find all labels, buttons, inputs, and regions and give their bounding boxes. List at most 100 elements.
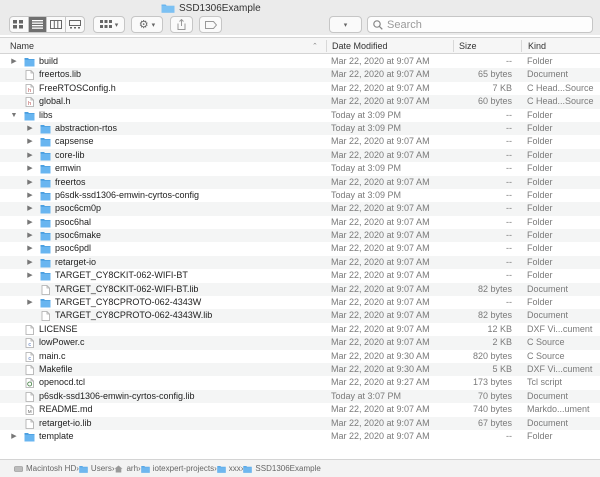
disclosure-collapsed-icon[interactable]: ▶ xyxy=(26,256,34,269)
file-row[interactable]: h global.h Mar 22, 2020 at 9:07 AM 60 bytes… xyxy=(0,95,600,109)
disclosure-collapsed-icon[interactable]: ▶ xyxy=(26,176,34,189)
sort-chevron-up-icon: ⌃ xyxy=(312,43,318,50)
folder-icon xyxy=(24,432,35,442)
disclosure-collapsed-icon[interactable]: ▶ xyxy=(26,229,34,242)
item-kind: Document xyxy=(527,417,569,428)
folder-row[interactable]: ▶ retarget-io Mar 22, 2020 at 9:07 AM -- Fol… xyxy=(0,255,600,270)
item-size: -- xyxy=(506,109,512,120)
folder-row[interactable]: ▶ emwin Today at 3:09 PM -- Folder xyxy=(0,162,600,175)
list-view-button[interactable] xyxy=(28,17,47,32)
path-crumb[interactable]: SSD1306Example xyxy=(243,464,321,473)
tags-button[interactable] xyxy=(199,16,222,33)
item-name: retarget-io xyxy=(55,256,97,267)
folder-row[interactable]: ▶ p6sdk-ssd1306-emwin-cyrtos-config Today … xyxy=(0,189,600,202)
folder-row[interactable]: ▶ TARGET_CY8CPROTO-062-4343W Mar 22, 2020 … xyxy=(0,296,600,309)
disclosure-collapsed-icon[interactable]: ▶ xyxy=(26,202,34,215)
file-row[interactable]: h FreeRTOSConfig.h Mar 22, 2020 at 9:07 AM… xyxy=(0,82,600,95)
item-date-modified: Mar 22, 2020 at 9:07 AM xyxy=(331,337,430,348)
search-field[interactable]: Search xyxy=(367,16,593,33)
item-date-modified: Mar 22, 2020 at 9:07 AM xyxy=(331,417,430,428)
icon-view-button[interactable] xyxy=(10,17,29,32)
path-crumb[interactable]: arh xyxy=(114,464,138,473)
file-row[interactable]: M README.md Mar 22, 2020 at 9:07 AM 740 byt… xyxy=(0,403,600,416)
file-row[interactable]: p6sdk-ssd1306-emwin-cyrtos-config.lib Tod… xyxy=(0,389,600,404)
share-button[interactable] xyxy=(170,16,193,33)
file-row[interactable]: freertos.lib Mar 22, 2020 at 9:07 AM 65 by… xyxy=(0,68,600,82)
column-divider[interactable] xyxy=(521,40,522,52)
disclosure-collapsed-icon[interactable]: ▶ xyxy=(26,269,34,282)
folder-icon xyxy=(40,232,51,241)
share-icon xyxy=(177,19,186,30)
folder-icon xyxy=(40,258,51,268)
folder-row[interactable]: ▶ freertos Mar 22, 2020 at 9:07 AM -- Folder xyxy=(0,175,600,189)
folder-row[interactable]: ▶ psoc6cm0p Mar 22, 2020 at 9:07 AM -- Folde… xyxy=(0,202,600,216)
file-row[interactable]: TARGET_CY8CKIT-062-WIFI-BT.lib Mar 22, 20… xyxy=(0,282,600,297)
item-name: core-lib xyxy=(55,149,85,160)
disclosure-expanded-icon[interactable]: ▼ xyxy=(10,109,18,122)
file-row[interactable]: LICENSE Mar 22, 2020 at 9:07 AM 12 KB DXF V… xyxy=(0,323,600,336)
path-dropdown-button[interactable]: ▾ xyxy=(329,16,362,33)
path-crumb[interactable]: xxx xyxy=(217,464,241,473)
column-view-button[interactable] xyxy=(47,17,66,32)
disclosure-collapsed-icon[interactable]: ▶ xyxy=(26,149,34,162)
item-kind: C Source xyxy=(527,337,565,348)
view-mode-segmented-control xyxy=(9,16,85,33)
folder-row[interactable]: ▶ psoc6pdl Mar 22, 2020 at 9:07 AM -- Folder xyxy=(0,242,600,255)
disclosure-collapsed-icon[interactable]: ▶ xyxy=(10,430,18,443)
document-icon xyxy=(25,391,34,402)
folder-icon xyxy=(40,124,51,134)
item-kind: Folder xyxy=(527,203,553,214)
window-title-group: SSD1306Example xyxy=(161,2,261,14)
folder-row[interactable]: ▶ build Mar 22, 2020 at 9:07 AM -- Folder xyxy=(0,55,600,68)
folder-icon xyxy=(40,272,51,281)
disclosure-collapsed-icon[interactable]: ▶ xyxy=(26,242,34,255)
item-kind: C Head...Source xyxy=(527,82,594,93)
folder-row[interactable]: ▶ capsense Mar 22, 2020 at 9:07 AM -- Folder xyxy=(0,135,600,148)
action-button[interactable]: ⚙ ▾ xyxy=(131,16,163,33)
item-size: -- xyxy=(506,203,512,214)
path-crumb[interactable]: Users xyxy=(79,464,112,473)
item-name: psoc6hal xyxy=(55,216,92,227)
disclosure-collapsed-icon[interactable]: ▶ xyxy=(26,162,34,175)
item-name: p6sdk-ssd1306-emwin-cyrtos-config xyxy=(55,189,200,200)
path-crumb[interactable]: iotexpert-projects xyxy=(141,464,214,473)
column-header-size[interactable]: Size xyxy=(459,41,477,51)
item-date-modified: Mar 22, 2020 at 9:07 AM xyxy=(331,323,430,334)
folder-row[interactable]: ▼ libs Today at 3:09 PM -- Folder xyxy=(0,109,600,122)
file-row[interactable]: c lowPower.c Mar 22, 2020 at 9:07 AM 2 KB C … xyxy=(0,336,600,350)
item-date-modified: Mar 22, 2020 at 9:07 AM xyxy=(331,283,430,294)
gear-icon: ⚙ xyxy=(138,19,149,31)
folder-row[interactable]: ▶ abstraction-rtos Today at 3:09 PM -- Folde… xyxy=(0,121,600,136)
disclosure-collapsed-icon[interactable]: ▶ xyxy=(26,296,34,309)
column-header-name[interactable]: Name xyxy=(10,41,34,51)
file-row[interactable]: TARGET_CY8CPROTO-062-4343W.lib Mar 22, 20… xyxy=(0,309,600,323)
disclosure-collapsed-icon[interactable]: ▶ xyxy=(26,189,34,202)
item-kind: Folder xyxy=(527,256,553,267)
path-crumb-label: xxx xyxy=(228,464,241,473)
folder-row[interactable]: ▶ core-lib Mar 22, 2020 at 9:07 AM -- Folder xyxy=(0,148,600,163)
disclosure-collapsed-icon[interactable]: ▶ xyxy=(26,135,34,148)
column-header-date-modified[interactable]: Date Modified xyxy=(332,41,388,51)
file-row[interactable]: Makefile Mar 22, 2020 at 9:30 AM 5 KB DXF V… xyxy=(0,362,600,377)
item-kind: C Source xyxy=(527,350,565,361)
file-row[interactable]: c main.c Mar 22, 2020 at 9:30 AM 820 bytes C… xyxy=(0,350,600,363)
folder-row[interactable]: ▶ TARGET_CY8CKIT-062-WIFI-BT Mar 22, 2020 … xyxy=(0,269,600,282)
gallery-view-button[interactable] xyxy=(66,17,84,32)
group-by-button[interactable]: ▾ xyxy=(93,16,125,33)
column-divider[interactable] xyxy=(453,40,454,52)
folder-row[interactable]: ▶ psoc6make Mar 22, 2020 at 9:07 AM -- Folde… xyxy=(0,229,600,243)
path-crumb[interactable]: Macintosh HD xyxy=(14,464,76,473)
folder-icon xyxy=(79,465,88,473)
disclosure-collapsed-icon[interactable]: ▶ xyxy=(26,216,34,229)
folder-row[interactable]: ▶ template Mar 22, 2020 at 9:07 AM -- Folder xyxy=(0,430,600,443)
column-header-kind[interactable]: Kind xyxy=(528,41,546,51)
disclosure-collapsed-icon[interactable]: ▶ xyxy=(26,122,34,135)
column-divider[interactable] xyxy=(326,40,327,52)
svg-text:h: h xyxy=(28,88,31,94)
disclosure-collapsed-icon[interactable]: ▶ xyxy=(10,55,18,68)
item-date-modified: Today at 3:09 PM xyxy=(331,109,402,120)
folder-row[interactable]: ▶ psoc6hal Mar 22, 2020 at 9:07 AM -- Folder xyxy=(0,216,600,229)
file-row[interactable]: openocd.tcl Mar 22, 2020 at 9:27 AM 173 by… xyxy=(0,376,600,389)
file-row[interactable]: retarget-io.lib Mar 22, 2020 at 9:07 AM 67… xyxy=(0,416,600,430)
item-date-modified: Mar 22, 2020 at 9:07 AM xyxy=(331,149,430,160)
